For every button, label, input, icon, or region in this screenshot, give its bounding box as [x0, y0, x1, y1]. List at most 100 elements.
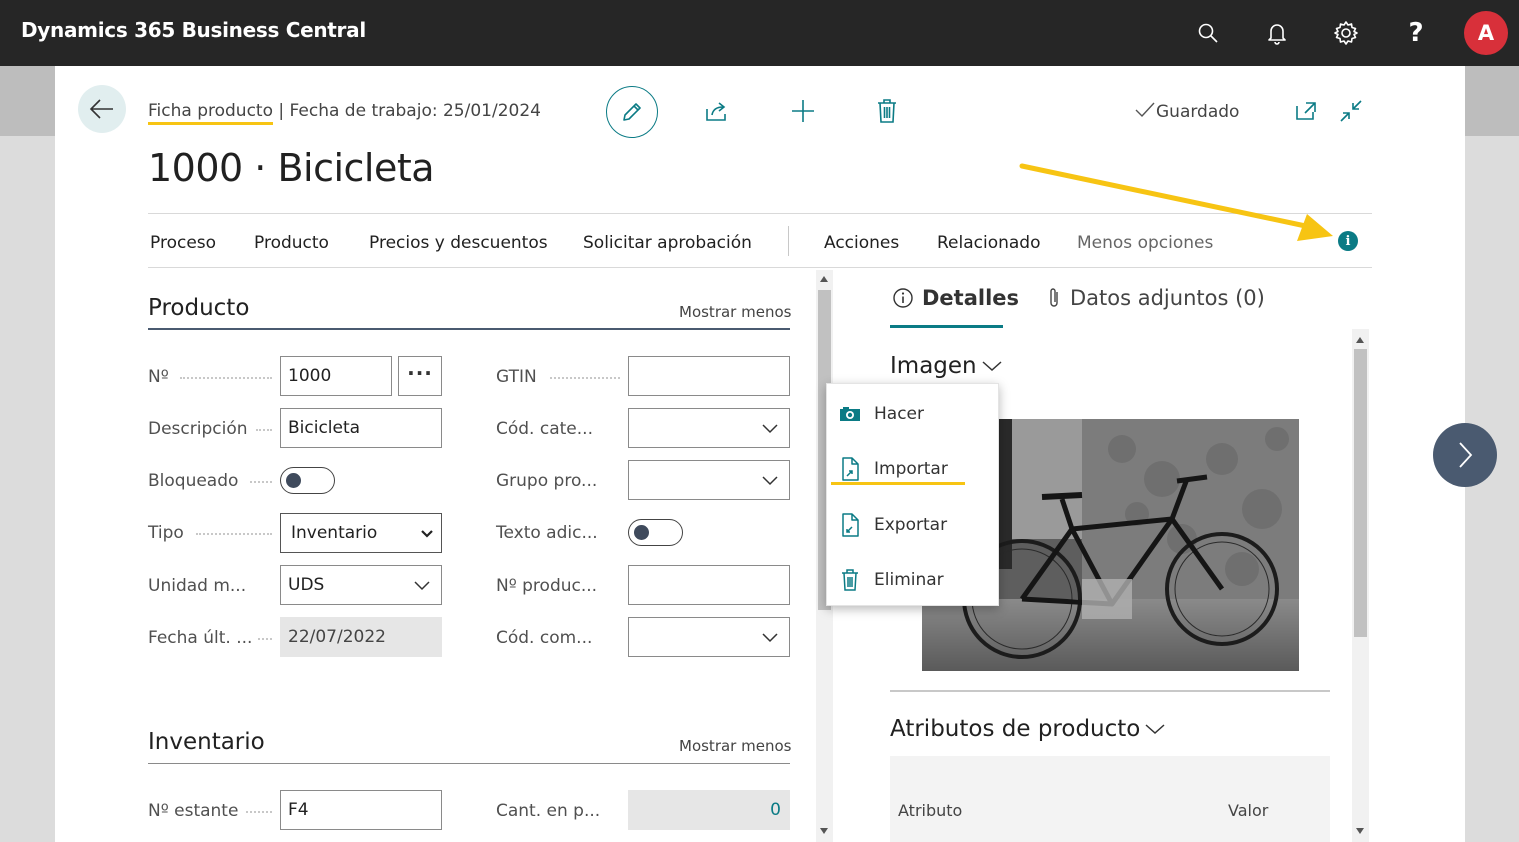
help-glyph: ? [1408, 18, 1424, 48]
saved-label: Guardado [1156, 102, 1240, 122]
plus-icon [792, 100, 814, 122]
open-new-window-icon [1296, 102, 1316, 120]
section-rule [148, 328, 790, 330]
label-leader [550, 377, 620, 379]
factbox-scrollbar[interactable] [1352, 329, 1369, 842]
factbox-divider [890, 690, 1330, 692]
scrollbar-thumb[interactable] [1354, 349, 1367, 637]
export-file-icon [839, 513, 861, 537]
cod-categoria-combobox[interactable] [628, 408, 790, 448]
action-precios-descuentos[interactable]: Precios y descuentos [369, 233, 548, 253]
tab-detalles-label: Detalles [922, 286, 1020, 310]
cant-pedido-field[interactable]: 0 [628, 790, 790, 830]
saved-status: Guardado [1134, 101, 1239, 122]
no-estante-input[interactable]: F4 [280, 790, 442, 830]
texto-adicional-toggle[interactable] [628, 519, 683, 546]
inventario-show-less-link[interactable]: Mostrar menos [679, 737, 791, 755]
no-assist-button[interactable]: ··· [398, 356, 442, 396]
label-leader [250, 481, 272, 483]
menu-item-exportar[interactable]: Exportar [827, 500, 1000, 550]
fecha-ult-field: 22/07/2022 [280, 617, 442, 657]
chevron-down-icon[interactable] [761, 473, 779, 487]
gtin-input[interactable] [628, 356, 790, 396]
action-solicitar-aprobacion[interactable]: Solicitar aprobación [583, 233, 752, 253]
help-icon[interactable]: ? [1403, 20, 1429, 46]
scroll-up-icon[interactable] [1356, 337, 1364, 343]
background-left-shade [0, 66, 55, 136]
field-label-cod-com: Cód. com... [496, 628, 593, 648]
descripcion-input[interactable]: Bicicleta [280, 408, 442, 448]
arrow-left-icon [89, 99, 113, 119]
scroll-down-icon[interactable] [1356, 828, 1364, 834]
app-title[interactable]: Dynamics 365 Business Central [21, 18, 366, 42]
cod-com-combobox[interactable] [628, 617, 790, 657]
section-title-producto: Producto [148, 295, 250, 321]
chevron-down-icon[interactable] [981, 359, 1003, 373]
back-button[interactable] [78, 85, 126, 133]
field-label-descripcion: Descripción [148, 419, 248, 439]
no-input[interactable]: 1000 [280, 356, 392, 396]
label-leader [258, 638, 272, 640]
collapse-button[interactable] [1337, 97, 1365, 125]
no-producto-input[interactable] [628, 565, 790, 605]
menu-item-importar-label: Importar [874, 459, 948, 479]
avatar[interactable]: A [1464, 11, 1508, 55]
chevron-down-icon[interactable] [761, 630, 779, 644]
toggle-knob [286, 473, 301, 488]
toggle-knob [634, 525, 649, 540]
breadcrumb: Ficha producto | Fecha de trabajo: 25/01… [148, 101, 541, 125]
menu-item-hacer[interactable]: Hacer [827, 389, 1000, 439]
open-new-window-button[interactable] [1292, 97, 1320, 125]
menu-item-eliminar[interactable]: Eliminar [827, 555, 1000, 605]
producto-show-less-link[interactable]: Mostrar menos [679, 303, 791, 321]
active-tab-indicator [890, 325, 1003, 328]
import-file-icon [839, 457, 861, 481]
bell-icon[interactable] [1264, 20, 1290, 46]
atributos-header[interactable]: Atributos de producto [890, 716, 1166, 742]
tab-datos-adjuntos[interactable]: Datos adjuntos (0) [1046, 286, 1265, 310]
bloqueado-toggle[interactable] [280, 467, 335, 494]
edit-button[interactable] [606, 86, 658, 138]
action-acciones[interactable]: Acciones [824, 233, 899, 253]
grupo-producto-combobox[interactable] [628, 460, 790, 500]
field-label-cant-pedido: Cant. en p... [496, 801, 601, 821]
menu-item-importar[interactable]: Importar [827, 444, 1000, 494]
background-left [0, 66, 55, 842]
chevron-down-icon[interactable] [413, 578, 431, 592]
action-producto[interactable]: Producto [254, 233, 329, 253]
page-title: 1000 · Bicicleta [148, 146, 435, 190]
unidad-medida-value: UDS [288, 575, 325, 595]
gear-icon[interactable] [1333, 20, 1359, 46]
scroll-up-icon[interactable] [820, 276, 828, 282]
chevron-down-icon [421, 530, 433, 538]
action-proceso[interactable]: Proceso [150, 233, 216, 253]
field-label-tipo: Tipo [148, 523, 184, 543]
pencil-icon [623, 103, 641, 121]
action-separator [788, 226, 789, 256]
tab-detalles[interactable]: Detalles [892, 286, 1019, 310]
scroll-down-icon[interactable] [820, 828, 828, 834]
search-icon[interactable] [1195, 20, 1221, 46]
section-rule [148, 763, 790, 764]
chevron-down-icon[interactable] [1144, 722, 1166, 736]
imagen-header[interactable]: Imagen [890, 353, 1003, 379]
label-leader [256, 429, 272, 431]
next-record-button[interactable] [1433, 423, 1497, 487]
field-label-no-estante: Nº estante [148, 801, 239, 821]
field-label-fecha-ult: Fecha últ. ... [148, 628, 253, 648]
attr-value-column-header[interactable]: Valor [1228, 801, 1268, 820]
check-icon [1135, 102, 1155, 118]
tipo-select[interactable]: Inventario [280, 513, 442, 553]
unidad-medida-combobox[interactable]: UDS [280, 565, 442, 605]
chevron-down-icon[interactable] [761, 421, 779, 435]
attr-column-header[interactable]: Atributo [898, 801, 962, 820]
field-label-no-producto: Nº produc... [496, 576, 598, 596]
field-label-gtin: GTIN [496, 367, 537, 387]
share-button[interactable] [703, 97, 731, 125]
new-button[interactable] [789, 97, 817, 125]
paperclip-icon [1050, 288, 1058, 307]
annotation-underline [831, 482, 965, 485]
imagen-title: Imagen [890, 353, 977, 379]
delete-button[interactable] [873, 97, 901, 125]
tipo-select-value: Inventario [291, 523, 378, 543]
